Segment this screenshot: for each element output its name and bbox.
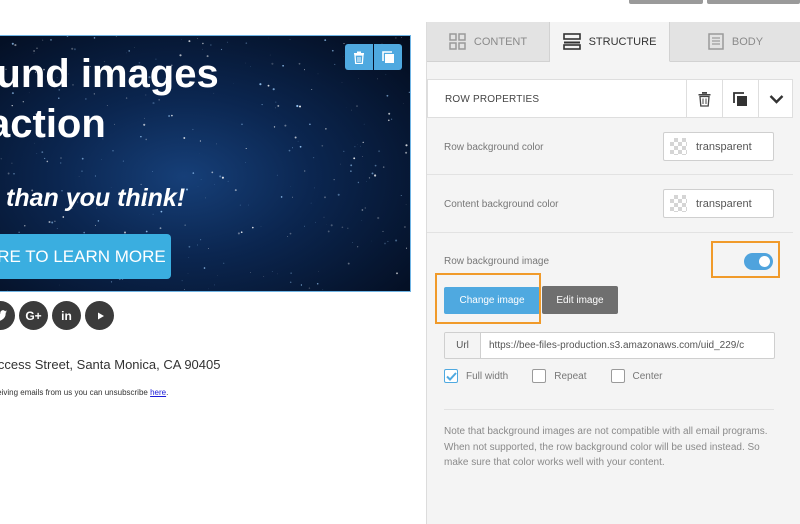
- highlight-box: [711, 241, 780, 278]
- edit-image-button[interactable]: Edit image: [542, 286, 618, 314]
- learn-more-button[interactable]: RE TO LEARN MORE: [0, 234, 171, 279]
- trash-icon: [698, 91, 711, 107]
- row-properties-panel: ROW PROPERTIES Row background color tran…: [427, 79, 793, 524]
- youtube-icon[interactable]: [85, 301, 114, 330]
- color-value: transparent: [696, 198, 752, 210]
- checkbox-label: Center: [632, 370, 663, 382]
- hero-headline: ound images: [0, 52, 219, 96]
- row-background-image-label: Row background image: [444, 256, 550, 267]
- grid-icon: [449, 33, 466, 50]
- url-value: https://bee-files-production.s3.amazonaw…: [489, 340, 745, 351]
- tab-body[interactable]: BODY: [670, 22, 800, 62]
- checkbox-label: Repeat: [554, 370, 587, 382]
- tab-label: CONTENT: [473, 35, 528, 48]
- content-background-color-label: Content background color: [444, 199, 559, 210]
- repeat-checkbox[interactable]: Repeat: [532, 369, 587, 383]
- row-properties-title: ROW PROPERTIES: [445, 94, 540, 105]
- twitter-icon[interactable]: [0, 301, 15, 330]
- checkbox-box: [444, 369, 458, 383]
- checkmark-icon: [445, 371, 457, 381]
- transparent-swatch: [670, 195, 687, 212]
- top-button-stub[interactable]: [707, 0, 800, 4]
- transparent-swatch: [670, 138, 687, 155]
- rows-icon: [562, 33, 581, 50]
- panel-tabs: CONTENT STRUCTURE BODY: [427, 22, 800, 62]
- url-label: Url: [445, 333, 481, 358]
- tab-structure[interactable]: STRUCTURE: [550, 22, 670, 62]
- row-properties-header: ROW PROPERTIES: [427, 79, 793, 118]
- center-checkbox[interactable]: Center: [610, 369, 663, 383]
- row-background-color-label: Row background color: [444, 142, 544, 153]
- image-url-field[interactable]: Url https://bee-files-production.s3.amaz…: [444, 332, 775, 359]
- delete-row-button[interactable]: [345, 44, 373, 70]
- duplicate-icon: [733, 91, 747, 106]
- image-options: Full width Repeat Center: [444, 369, 687, 383]
- full-width-checkbox[interactable]: Full width: [444, 369, 508, 383]
- document-icon: [708, 33, 724, 50]
- linkedin-icon[interactable]: in: [52, 301, 81, 330]
- unsubscribe-text: receiving emails from us you can unsubsc…: [0, 388, 168, 397]
- social-icons: G+ in: [0, 301, 114, 330]
- collapse-button[interactable]: [758, 80, 794, 118]
- unsubscribe-link[interactable]: here: [150, 388, 166, 397]
- delete-row-button[interactable]: [686, 80, 722, 118]
- tab-label: BODY: [731, 35, 764, 48]
- highlight-box: [435, 273, 541, 324]
- unsubscribe-suffix: .: [166, 388, 169, 397]
- top-button-stub[interactable]: [629, 0, 703, 4]
- google-plus-icon[interactable]: G+: [19, 301, 48, 330]
- checkbox-box: [532, 369, 547, 383]
- footer-address: Success Street, Santa Monica, CA 90405: [0, 357, 221, 372]
- checkbox-label: Full width: [466, 370, 509, 382]
- tab-content[interactable]: CONTENT: [427, 22, 550, 62]
- content-background-color-row: Content background color transparent: [427, 175, 793, 233]
- app-root: ound images action than you think! RE TO…: [0, 0, 800, 524]
- hero-headline: action: [0, 102, 106, 146]
- unsubscribe-prefix: receiving emails from us you can unsubsc…: [0, 388, 151, 397]
- duplicate-icon: [381, 50, 394, 63]
- hero-subheadline: than you think!: [6, 184, 186, 212]
- row-background-color-picker[interactable]: transparent: [663, 132, 774, 161]
- row-actions: [345, 44, 402, 70]
- hero-row[interactable]: ound images action than you think! RE TO…: [0, 36, 410, 292]
- content-background-color-picker[interactable]: transparent: [663, 189, 774, 218]
- checkbox-box: [610, 369, 625, 383]
- duplicate-row-button[interactable]: [374, 44, 402, 70]
- row-background-color-row: Row background color transparent: [427, 118, 793, 175]
- trash-icon: [354, 51, 364, 64]
- settings-panel: CONTENT STRUCTURE BODY ROW PROPERTIES Ro…: [426, 22, 800, 524]
- color-value: transparent: [696, 141, 752, 153]
- tab-label: STRUCTURE: [588, 35, 657, 48]
- chevron-down-icon: [769, 95, 784, 104]
- background-image-note: Note that background images are not comp…: [444, 426, 768, 468]
- duplicate-row-button[interactable]: [722, 80, 758, 118]
- divider: [444, 409, 774, 410]
